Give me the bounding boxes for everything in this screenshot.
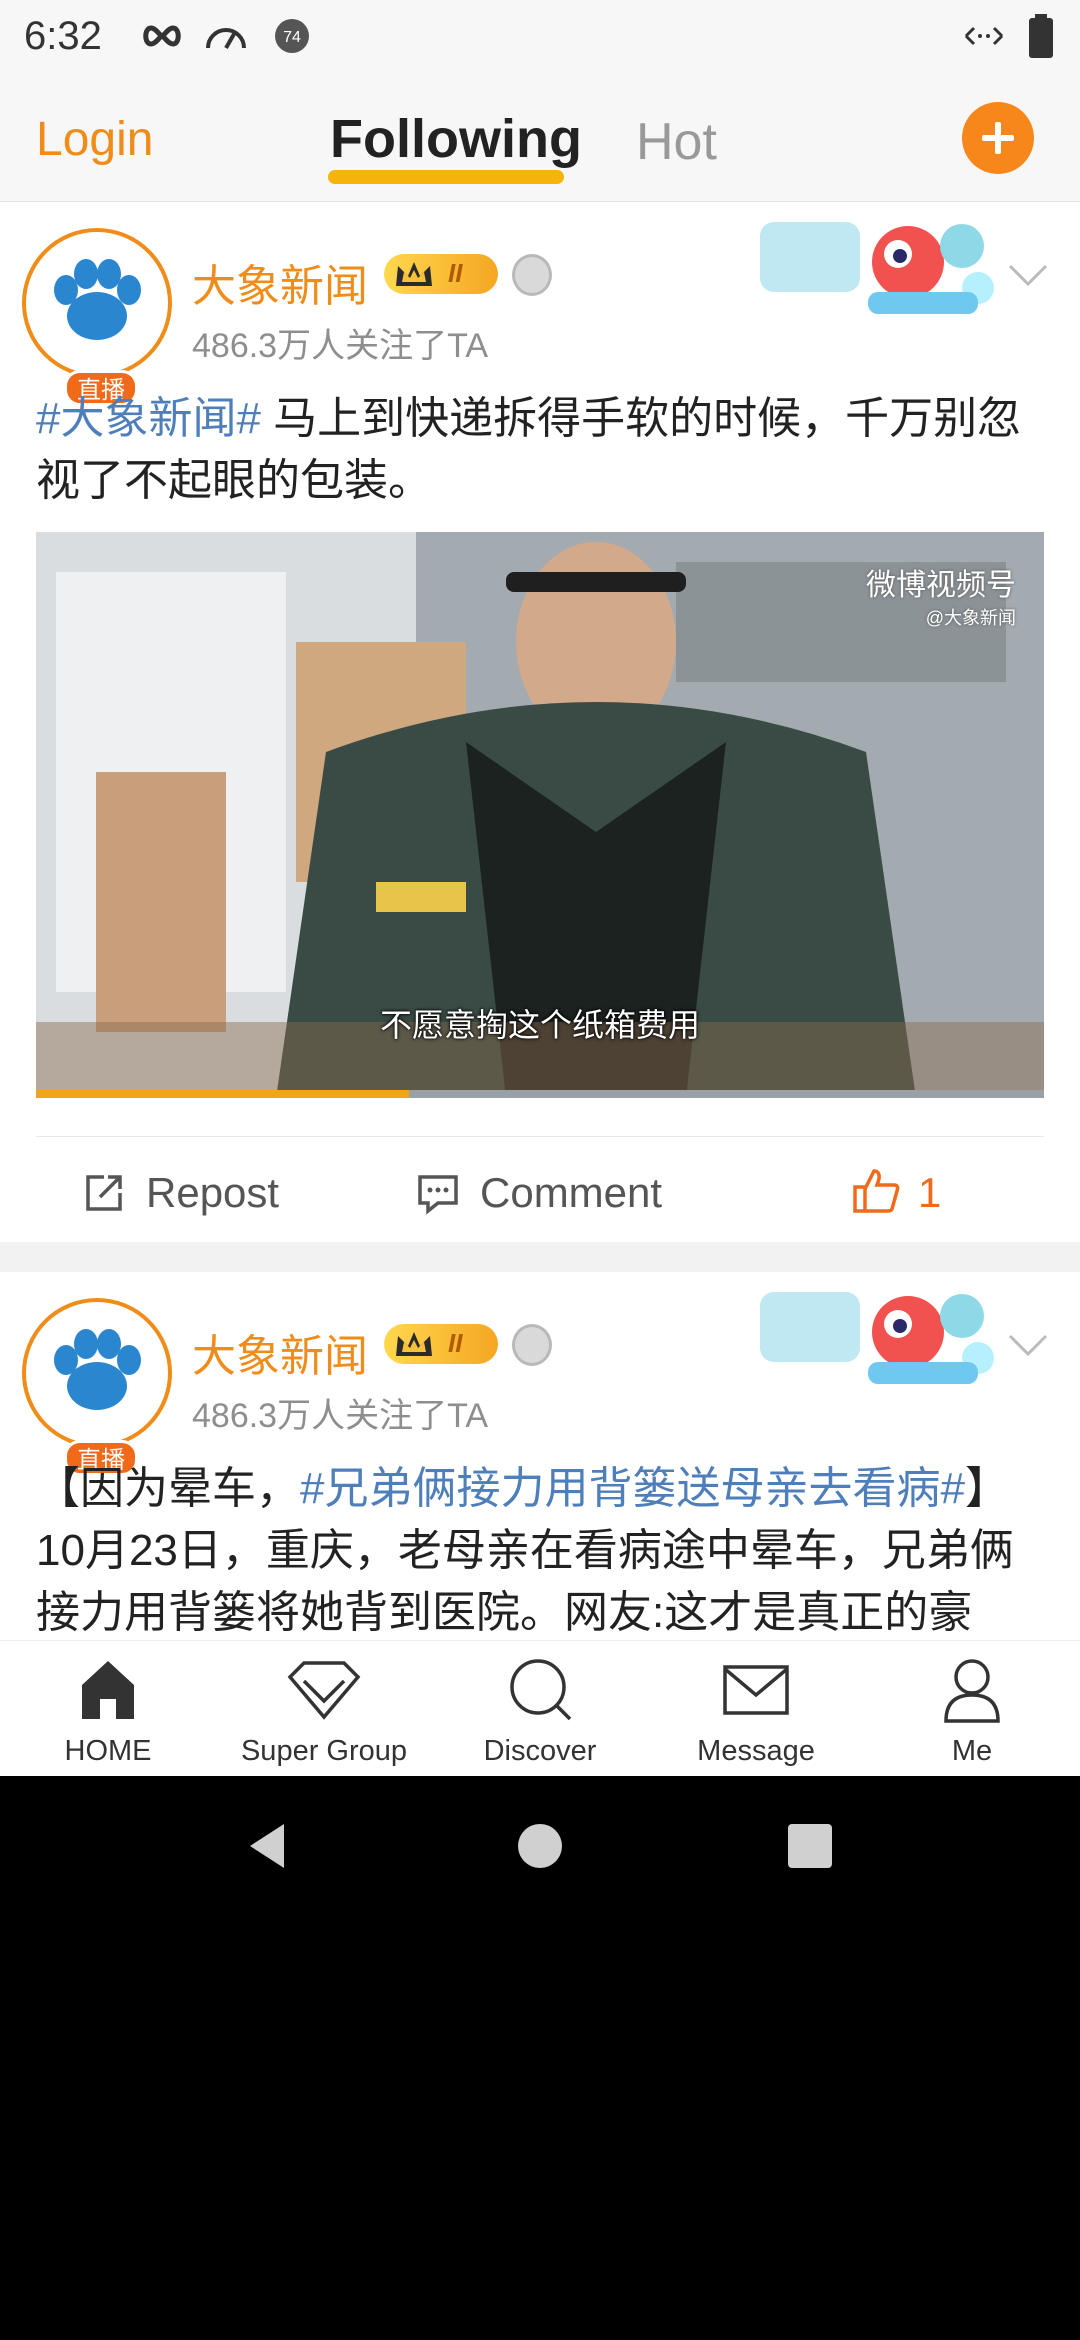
post-username[interactable]: 大象新闻: [192, 250, 368, 314]
rank-level: II: [448, 1328, 463, 1358]
chevron-down-icon[interactable]: [1006, 1330, 1050, 1360]
back-icon[interactable]: [244, 1822, 292, 1870]
follower-count: 486.3万人关注了TA: [192, 1397, 489, 1435]
tab-home-label: HOME: [64, 1735, 152, 1767]
tab-super-group-label: Super Group: [240, 1735, 408, 1767]
like-button[interactable]: 1: [852, 1169, 941, 1217]
tab-message-label: Message: [697, 1735, 815, 1767]
video-progress-bar[interactable]: [36, 1090, 1044, 1098]
tab-message[interactable]: Message: [648, 1641, 864, 1776]
battery-icon: [1029, 14, 1053, 58]
weibo-screen: 6:32 74 Login Following Hot 直播 大象新闻 II 4…: [0, 0, 1080, 1776]
chevron-down-icon[interactable]: [1006, 260, 1050, 290]
repost-button[interactable]: Repost: [82, 1169, 279, 1217]
promo-banner-icon[interactable]: [758, 212, 998, 322]
home-circle-icon[interactable]: [518, 1824, 562, 1868]
post-username[interactable]: 大象新闻: [192, 1320, 368, 1384]
video-player[interactable]: 微博视频号 @大象新闻 不愿意掏这个纸箱费用: [36, 532, 1044, 1098]
post-text: #大象新闻# 马上到快递拆得手软的时候，千万别忽视了不起眼的包装。: [36, 388, 1046, 512]
speedometer-icon: [206, 28, 246, 49]
post-hashtag[interactable]: #兄弟俩接力用背篓送母亲去看病#: [300, 1464, 965, 1513]
medal-icon: [512, 1324, 552, 1366]
recents-icon[interactable]: [788, 1824, 832, 1868]
watermark-text: 微博视频号: [866, 569, 1016, 602]
video-caption: 不愿意掏这个纸箱费用: [379, 1007, 700, 1043]
avatar[interactable]: 直播: [22, 228, 172, 406]
system-nav-bar: [0, 1776, 1080, 1916]
tab-hot[interactable]: Hot: [636, 112, 717, 172]
crown-icon: [396, 262, 432, 286]
avatar[interactable]: 直播: [22, 1298, 172, 1476]
comment-icon: [418, 1175, 458, 1215]
post-text: 【因为晕车，#兄弟俩接力用背篓送母亲去看病#】10月23日，重庆，老母亲在看病途…: [36, 1458, 1056, 1644]
status-bar: 6:32 74: [0, 0, 1080, 72]
like-count: 1: [918, 1169, 942, 1216]
video-progress-fill: [36, 1090, 409, 1098]
repost-icon: [86, 1175, 122, 1211]
paw-logo-icon: [36, 242, 158, 364]
status-time: 6:32: [24, 14, 102, 58]
medal-icon: [512, 254, 552, 296]
feed-post[interactable]: 直播 大象新闻 II 486.3万人关注了TA #大象新闻# 马上到快递拆得手软…: [0, 202, 1080, 1242]
home-icon: [82, 1661, 134, 1719]
promo-banner-icon[interactable]: [758, 1282, 998, 1392]
post-hashtag[interactable]: #大象新闻#: [36, 394, 261, 443]
top-nav: Login Following Hot: [0, 72, 1080, 202]
post-action-bar: Repost Comment 1: [36, 1136, 1044, 1242]
active-tab-indicator: [328, 170, 564, 184]
crown-rank-badge: II: [384, 254, 498, 294]
person-icon: [944, 1659, 1000, 1723]
search-icon: [510, 1659, 572, 1721]
notification-count: 74: [283, 29, 301, 46]
tab-me[interactable]: Me: [864, 1641, 1080, 1776]
crown-rank-badge: II: [384, 1324, 498, 1364]
paw-logo-icon: [36, 1312, 158, 1434]
login-link[interactable]: Login: [36, 112, 153, 167]
tab-super-group[interactable]: Super Group: [216, 1641, 432, 1776]
notification-74-icon: 74: [275, 19, 309, 53]
rank-level: II: [448, 258, 463, 288]
watermark-handle: @大象新闻: [925, 608, 1016, 628]
infinity-icon: [143, 25, 181, 47]
tab-me-label: Me: [951, 1735, 993, 1767]
follower-count: 486.3万人关注了TA: [192, 327, 489, 365]
diamond-icon: [287, 1661, 361, 1720]
envelope-icon: [723, 1665, 789, 1715]
feed-post[interactable]: 直播 大象新闻 II 486.3万人关注了TA 【因为晕车，#兄弟俩接力用背篓送…: [0, 1272, 1080, 1640]
crown-icon: [396, 1332, 432, 1356]
add-post-button[interactable]: [962, 102, 1034, 174]
repost-label: Repost: [146, 1169, 280, 1216]
video-watermark: 微博视频号 @大象新闻: [866, 560, 1016, 630]
thumbs-up-icon: [853, 1169, 900, 1213]
bottom-tab-bar: HOME Super Group Discover Message Me: [0, 1640, 1080, 1776]
data-arrows-icon: [964, 26, 1004, 46]
tab-discover[interactable]: Discover: [432, 1641, 648, 1776]
tab-home[interactable]: HOME: [0, 1641, 216, 1776]
feed-divider: [0, 1242, 1080, 1272]
comment-label: Comment: [480, 1169, 663, 1216]
tab-discover-label: Discover: [483, 1735, 597, 1767]
post-body-prefix: 【因为晕车，: [36, 1464, 300, 1513]
tab-following[interactable]: Following: [330, 108, 582, 170]
comment-button[interactable]: Comment: [416, 1169, 662, 1217]
